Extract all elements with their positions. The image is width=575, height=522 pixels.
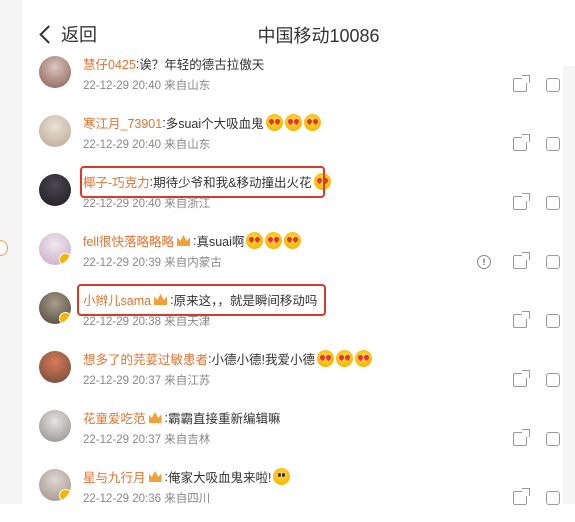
avatar[interactable] [39, 292, 71, 324]
member-crown-icon [176, 235, 190, 246]
comment-reply-icon[interactable] [546, 432, 560, 446]
share-icon[interactable] [513, 193, 530, 210]
member-crown-icon [148, 412, 162, 423]
highlight-box-1 [80, 166, 325, 198]
share-icon[interactable] [513, 370, 530, 387]
comment-text: 真suai啊 [196, 235, 245, 249]
avatar[interactable] [39, 233, 71, 265]
timestamp: 22-12-29 20:40 [83, 139, 162, 151]
surprised-emoji-icon [273, 468, 291, 485]
comment-reply-icon[interactable] [546, 255, 560, 269]
heart-eyes-emoji-icon [265, 114, 283, 131]
comment-meta: 22-12-29 20:40 来自山东 [83, 136, 210, 152]
list-item: 花童爱吃范 : 霸霸直接重新编辑嘛 22-12-29 20:37 来自吉林 [22, 404, 563, 463]
location-text: 来自江苏 [164, 375, 211, 387]
share-icon[interactable] [513, 488, 530, 505]
comment-meta: 22-12-29 20:40 来自山东 [83, 77, 210, 93]
verified-badge-icon [59, 489, 71, 501]
timestamp: 22-12-29 20:40 [83, 198, 162, 210]
timestamp: 22-12-29 20:40 [83, 80, 162, 92]
comment-reply-icon[interactable] [546, 491, 560, 505]
username-link[interactable]: 想多了的芫荽过敏患者 [83, 349, 208, 368]
comment-line: 想多了的芫荽过敏患者: 小德小德!我爱小德 [83, 349, 372, 368]
comment-text: 霸霸直接重新编辑嘛 [168, 412, 281, 426]
verified-badge-icon [59, 312, 71, 324]
page-title: 中国移动10086 [257, 26, 380, 46]
list-item: 寒江月_73901: 多suai个大吸血鬼 22-12-29 20:40 来自山东 [22, 109, 563, 168]
share-icon[interactable] [513, 252, 530, 269]
comment-meta: 22-12-29 20:37 来自江苏 [83, 372, 210, 388]
heart-eyes-emoji-icon [303, 114, 321, 131]
share-icon[interactable] [513, 134, 530, 151]
heart-eyes-emoji-icon [246, 232, 264, 249]
location-text: 来自吉林 [164, 434, 211, 446]
share-icon[interactable] [513, 311, 530, 328]
comment-reply-icon[interactable] [546, 314, 560, 328]
comment-text: 多suai个大吸血鬼 [165, 117, 264, 131]
avatar[interactable] [39, 115, 71, 147]
comment-line: 寒江月_73901: 多suai个大吸血鬼 [83, 113, 321, 132]
comment-reply-icon[interactable] [546, 137, 560, 151]
username-link[interactable]: fell很快落略略略 [83, 231, 174, 250]
comment-text: 诶？年轻的德古拉傲天 [139, 58, 265, 72]
avatar[interactable] [39, 469, 71, 501]
username-link[interactable]: 花童爱吃范 [83, 408, 146, 427]
comment-meta: 22-12-29 20:37 来自吉林 [83, 431, 210, 447]
comment-text: 小德小德!我爱小德 [211, 353, 315, 367]
list-item: fell很快落略略略 : 真suai啊 22-12-29 20:39 来自内蒙古! [22, 227, 563, 286]
list-item: 星与九行月 : 俺家大吸血鬼来啦! 22-12-29 20:36 来自四川 [22, 463, 563, 522]
avatar[interactable] [39, 410, 71, 442]
comment-line: 星与九行月 : 俺家大吸血鬼来啦! [83, 467, 291, 486]
heart-eyes-emoji-icon [284, 114, 302, 131]
love-emoji-icon [316, 350, 334, 367]
timestamp: 22-12-29 20:36 [83, 493, 162, 505]
love-emoji-icon [335, 350, 353, 367]
report-icon[interactable]: ! [477, 255, 491, 269]
verified-badge-icon [59, 253, 71, 265]
heart-eyes-emoji-icon [284, 232, 302, 249]
username-link[interactable]: 寒江月_73901 [83, 113, 162, 132]
timestamp: 22-12-29 20:38 [83, 316, 162, 328]
comment-line: 花童爱吃范 : 霸霸直接重新编辑嘛 [83, 408, 281, 427]
comment-line: fell很快落略略略 : 真suai啊 [83, 231, 302, 250]
location-text: 来自山东 [164, 139, 211, 151]
member-crown-icon [148, 471, 162, 482]
timestamp: 22-12-29 20:37 [83, 375, 162, 387]
location-text: 来自山东 [164, 80, 211, 92]
left-panel-edge [0, 0, 22, 504]
location-text: 来自天津 [164, 316, 211, 328]
side-notification-icon[interactable] [0, 240, 8, 256]
location-text: 来自浙江 [164, 198, 211, 210]
comment-reply-icon[interactable] [546, 78, 560, 92]
list-item: 想多了的芫荽过敏患者: 小德小德!我爱小德 22-12-29 20:37 来自江苏 [22, 345, 563, 404]
timestamp: 22-12-29 20:39 [83, 257, 162, 269]
comment-meta: 22-12-29 20:39 来自内蒙古 [83, 254, 222, 270]
right-panel-edge [563, 0, 575, 504]
highlight-box-2 [77, 284, 326, 316]
username-link[interactable]: 慧仔0425 [83, 54, 136, 73]
heart-eyes-emoji-icon [265, 232, 283, 249]
list-item: 慧仔0425: 诶？年轻的德古拉傲天 22-12-29 20:40 来自山东 [22, 50, 563, 109]
comment-reply-icon[interactable] [546, 373, 560, 387]
location-text: 来自内蒙古 [164, 257, 222, 269]
comment-text: 俺家大吸血鬼来啦! [168, 471, 272, 485]
avatar[interactable] [39, 351, 71, 383]
username-link[interactable]: 星与九行月 [83, 467, 146, 486]
comment-line: 慧仔0425: 诶？年轻的德古拉傲天 [83, 54, 264, 73]
location-text: 来自四川 [164, 493, 211, 505]
avatar[interactable] [39, 56, 71, 88]
avatar[interactable] [39, 174, 71, 206]
comment-reply-icon[interactable] [546, 196, 560, 210]
love-emoji-icon [354, 350, 372, 367]
share-icon[interactable] [513, 429, 530, 446]
share-icon[interactable] [513, 75, 530, 92]
timestamp: 22-12-29 20:37 [83, 434, 162, 446]
